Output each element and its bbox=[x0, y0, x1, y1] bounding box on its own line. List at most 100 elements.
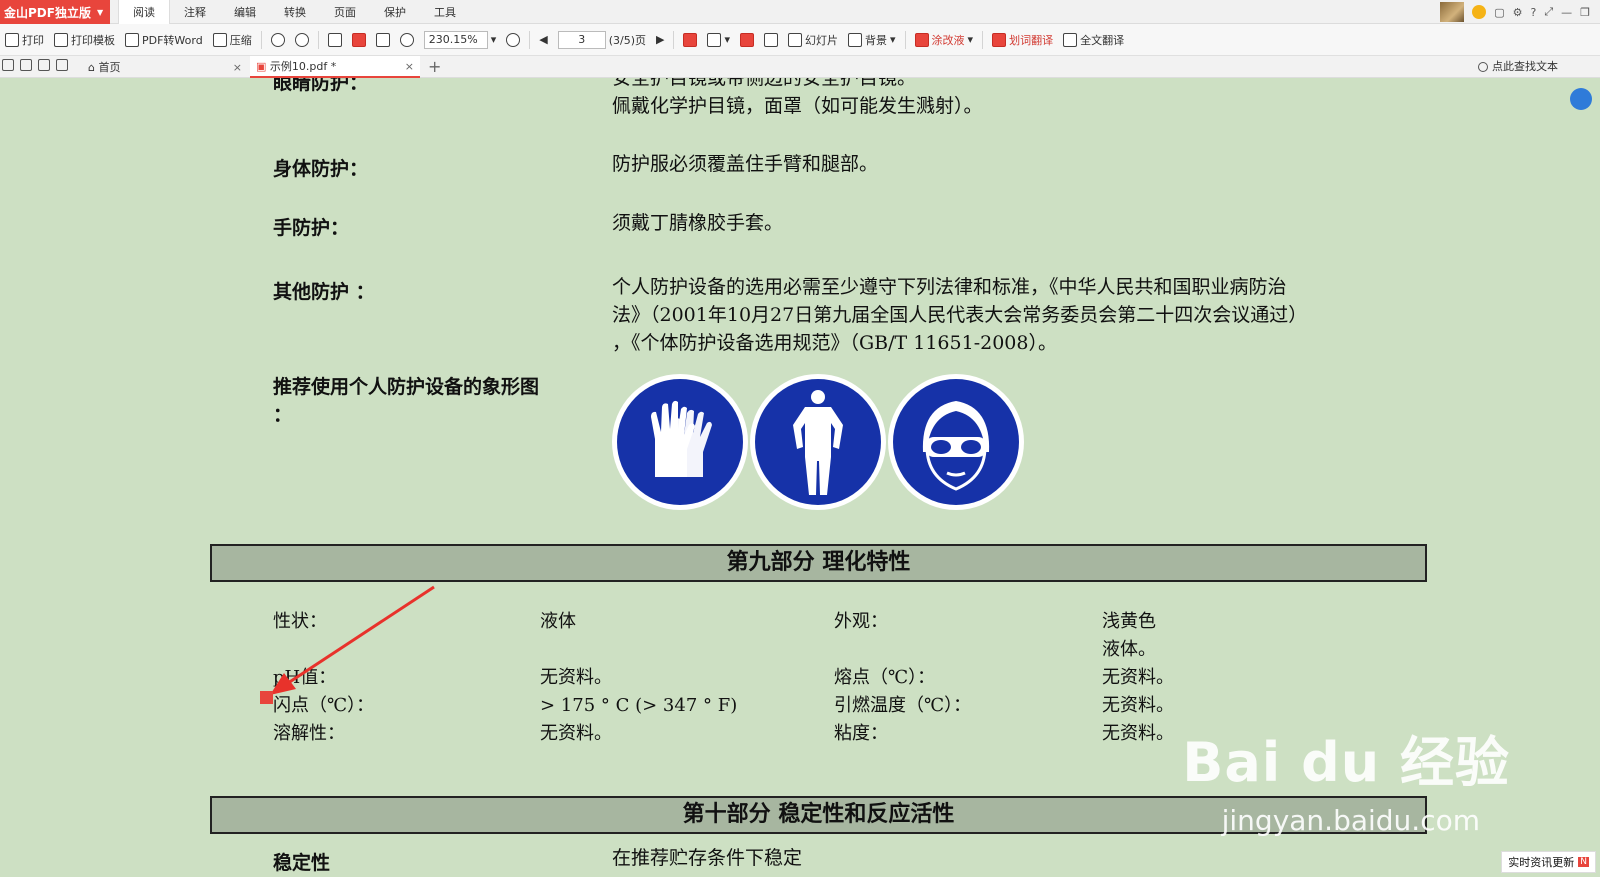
pdf-file-icon: ▣ bbox=[256, 59, 270, 73]
appearance-value-1: 浅黄色 bbox=[1102, 611, 1156, 632]
minimize-icon[interactable]: — bbox=[1561, 6, 1572, 19]
next-page-button[interactable]: ▶ bbox=[651, 33, 669, 46]
annotation-arrow-icon bbox=[260, 585, 435, 704]
zoom-out-button[interactable] bbox=[395, 32, 419, 47]
pictogram-label-colon: ： bbox=[273, 404, 293, 426]
document-view[interactable]: 眼睛防护： 安全护目镜或带侧边的安全护目镜。 佩戴化学护目镜，面罩（如可能发生溅… bbox=[0, 78, 1600, 877]
undo-icon[interactable] bbox=[20, 59, 32, 71]
continuous-button[interactable] bbox=[735, 32, 759, 47]
actual-size-button[interactable] bbox=[323, 32, 347, 47]
word-translate-button[interactable]: 划词翻译 bbox=[987, 32, 1058, 48]
new-tab-button[interactable]: + bbox=[428, 56, 441, 78]
toolbar: 打印 打印模板 PDF转Word 压缩 230.15% ▾ ◀ 3 (3/5)页 ▶… bbox=[0, 24, 1600, 56]
slideshow-button[interactable]: 幻灯片 bbox=[783, 32, 843, 48]
tab-document[interactable]: ▣ 示例10.pdf * × bbox=[250, 56, 420, 78]
menu-read[interactable]: 阅读 bbox=[118, 0, 170, 24]
section-9-heading: 第九部分 理化特性 bbox=[210, 544, 1427, 582]
other-protection-label: 其他防护 ： bbox=[273, 281, 375, 303]
slideshow-icon bbox=[788, 32, 803, 47]
solubility-label: 溶解性： bbox=[273, 723, 345, 744]
news-update-label: 实时资讯更新 bbox=[1508, 856, 1575, 869]
compress-label: 压缩 bbox=[229, 33, 252, 47]
viscosity-value: 无资料。 bbox=[1102, 723, 1174, 744]
save-icon[interactable] bbox=[56, 59, 68, 71]
melting-point-label: 熔点（℃）： bbox=[834, 667, 936, 688]
message-icon[interactable]: ▢ bbox=[1494, 6, 1504, 19]
state-value: 液体 bbox=[540, 611, 576, 632]
two-page-button[interactable]: ▾ bbox=[702, 32, 735, 47]
arrow-right-icon: ▶ bbox=[656, 33, 665, 46]
word-icon bbox=[125, 32, 139, 47]
floating-tool-icon[interactable] bbox=[1570, 88, 1592, 110]
background-button[interactable]: 背景 ▾ bbox=[843, 32, 901, 48]
fit-page-button[interactable] bbox=[347, 32, 371, 47]
page-count: (3/5)页 bbox=[608, 33, 647, 47]
news-update-button[interactable]: 实时资讯更新 N bbox=[1501, 851, 1596, 873]
stability-value: 在推荐贮存条件下稳定 bbox=[612, 847, 803, 869]
help-icon[interactable]: ? bbox=[1530, 6, 1536, 19]
ignition-temp-value: 无资料。 bbox=[1102, 695, 1174, 716]
menu-annotate[interactable]: 注释 bbox=[170, 0, 220, 24]
full-translate-button[interactable]: 全文翻译 bbox=[1058, 32, 1129, 48]
quick-access bbox=[2, 59, 68, 71]
divider bbox=[260, 30, 262, 49]
restore-icon[interactable]: ❐ bbox=[1580, 6, 1590, 19]
tab-home-label: 首页 bbox=[98, 61, 121, 74]
open-folder-icon[interactable] bbox=[2, 59, 14, 71]
print-template-button[interactable]: 打印模板 bbox=[49, 32, 120, 48]
zoom-select[interactable]: 230.15% ▾ bbox=[419, 30, 502, 49]
fit-width-button[interactable] bbox=[371, 32, 395, 47]
chevron-down-icon: ▾ bbox=[724, 33, 731, 46]
single-page-button[interactable] bbox=[678, 32, 702, 47]
rotate-left-button[interactable] bbox=[266, 32, 290, 47]
slideshow-label: 幻灯片 bbox=[805, 33, 839, 47]
app-brand-label: 金山PDF独立版 bbox=[4, 5, 91, 20]
fullscreen-button[interactable] bbox=[759, 32, 783, 47]
correction-button[interactable]: 涂改液 ▾ bbox=[910, 32, 979, 48]
hand-protection-label: 手防护： bbox=[273, 217, 350, 239]
divider bbox=[529, 30, 531, 49]
rotate-left-icon bbox=[270, 32, 285, 47]
user-avatar[interactable] bbox=[1440, 2, 1465, 22]
flash-point-value: > 175 ° C (> 347 ° F) bbox=[540, 695, 738, 716]
divider bbox=[982, 30, 984, 49]
divider bbox=[904, 30, 906, 49]
app-brand-menu[interactable]: 金山PDF独立版 ▼ bbox=[0, 0, 110, 24]
prev-page-button[interactable]: ◀ bbox=[534, 33, 552, 46]
compress-button[interactable]: 压缩 bbox=[208, 32, 257, 48]
print-button[interactable]: 打印 bbox=[0, 32, 49, 48]
compress-icon bbox=[212, 32, 227, 47]
page-input[interactable]: 3 bbox=[557, 30, 606, 49]
close-icon[interactable]: × bbox=[233, 61, 242, 74]
appearance-value-2: 液体。 bbox=[1102, 639, 1156, 660]
menu-tools[interactable]: 工具 bbox=[420, 0, 470, 24]
fit-page-icon bbox=[351, 32, 366, 47]
find-text-button[interactable]: 点此查找文本 bbox=[1478, 56, 1558, 78]
window-controls: ▢ ⚙ ? ⤢ — ❐ bbox=[1440, 0, 1600, 24]
gear-icon[interactable]: ⚙ bbox=[1513, 6, 1523, 19]
print-label: 打印 bbox=[22, 33, 44, 47]
gloves-icon bbox=[617, 379, 743, 505]
redo-icon[interactable] bbox=[38, 59, 50, 71]
zoom-in-button[interactable] bbox=[501, 32, 525, 47]
eraser-icon bbox=[914, 32, 929, 47]
menu-protect[interactable]: 保护 bbox=[370, 0, 420, 24]
fullscreen-icon[interactable]: ⤢ bbox=[1544, 5, 1553, 19]
tab-home[interactable]: ⌂ 首页 × bbox=[82, 56, 248, 78]
fullscreen-icon bbox=[764, 32, 779, 47]
divider bbox=[317, 30, 319, 49]
home-icon: ⌂ bbox=[88, 60, 99, 74]
menu-convert[interactable]: 转换 bbox=[270, 0, 320, 24]
pdf-to-word-button[interactable]: PDF转Word bbox=[120, 32, 208, 48]
body-protection-value: 防护服必须覆盖住手臂和腿部。 bbox=[612, 153, 879, 175]
close-icon[interactable]: × bbox=[405, 60, 414, 73]
solubility-value: 无资料。 bbox=[540, 723, 612, 744]
menu-edit[interactable]: 编辑 bbox=[220, 0, 270, 24]
coin-icon[interactable] bbox=[1472, 5, 1487, 19]
viscosity-label: 粘度： bbox=[834, 723, 888, 744]
baidu-watermark-logo: Bai du 经验 bbox=[1182, 731, 1510, 794]
template-icon bbox=[54, 32, 68, 47]
menu-page[interactable]: 页面 bbox=[320, 0, 370, 24]
zoom-value[interactable]: 230.15% bbox=[423, 30, 488, 49]
rotate-right-button[interactable] bbox=[290, 32, 314, 47]
